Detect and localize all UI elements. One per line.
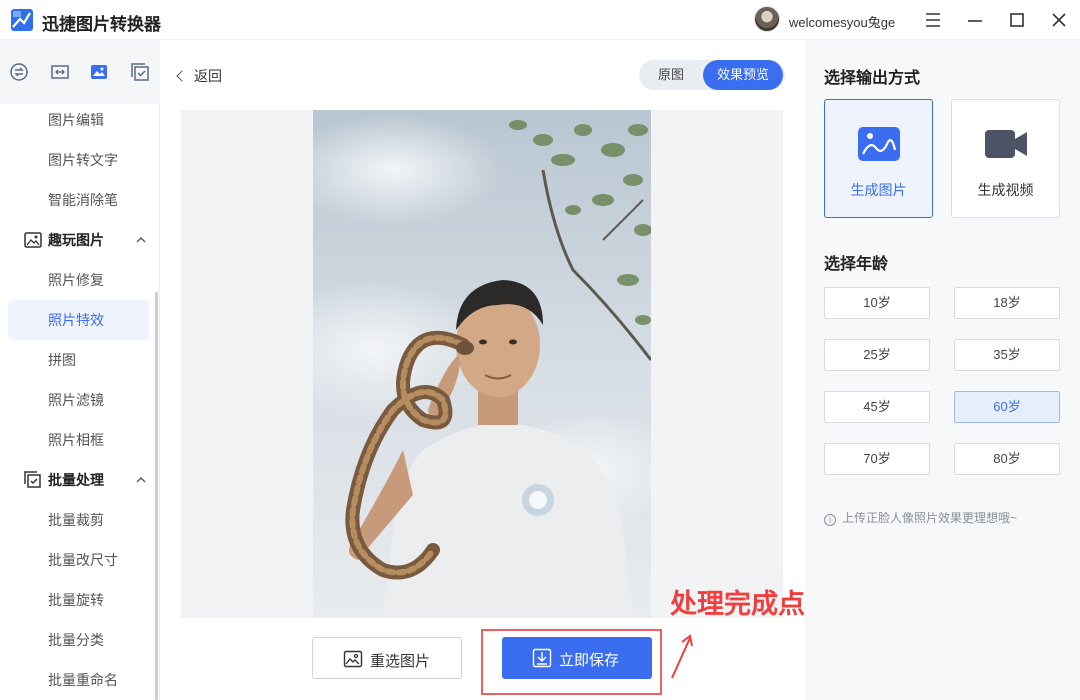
output-video-card[interactable]: 生成视频 [951, 99, 1060, 218]
sidebar-item-photo-repair[interactable]: 照片修复 [0, 260, 150, 300]
main-area: 返回 原图 效果预览 重选图片 立即保存 处理完成点击保存 [160, 40, 886, 700]
chevron-up-icon [136, 477, 146, 483]
output-video-label: 生成视频 [977, 182, 1034, 198]
preview-area [181, 110, 783, 618]
output-mode-title: 选择输出方式 [824, 70, 921, 87]
sidebar-item-image-to-text[interactable]: 图片转文字 [0, 140, 150, 180]
image-icon [858, 127, 900, 161]
output-image-label: 生成图片 [850, 182, 907, 198]
fun-image-icon [24, 232, 42, 248]
save-label: 立即保存 [559, 652, 620, 669]
view-toggle: 原图 效果预览 [639, 60, 785, 90]
age-option-60[interactable]: 60岁 [954, 391, 1060, 423]
sidebar-item-photo-frame[interactable]: 照片相框 [0, 420, 150, 460]
user-avatar[interactable] [754, 6, 780, 32]
age-title: 选择年龄 [824, 256, 889, 273]
age-option-70[interactable]: 70岁 [824, 443, 930, 475]
section-label: 批量处理 [48, 472, 104, 488]
sidebar-item-batch-classify[interactable]: 批量分类 [0, 620, 150, 660]
age-option-10[interactable]: 10岁 [824, 287, 930, 319]
annotation-arrow-icon [671, 634, 693, 679]
back-label: 返回 [194, 68, 222, 84]
batch-tools-icon[interactable] [130, 62, 150, 82]
download-icon [532, 648, 552, 668]
sidebar-item-image-edit[interactable]: 图片编辑 [0, 100, 150, 140]
close-icon[interactable] [1047, 8, 1071, 32]
sidebar-item-batch-rotate[interactable]: 批量旋转 [0, 580, 150, 620]
sidebar-scrollbar[interactable] [155, 292, 158, 700]
chevron-up-icon [136, 237, 146, 243]
sidebar-item-collage[interactable]: 拼图 [0, 340, 150, 380]
hint-text: 上传正脸人像照片效果更理想哦~ [842, 511, 1018, 525]
output-image-card[interactable]: 生成图片 [824, 99, 933, 218]
sidebar-item-photo-effects[interactable]: 照片特效 [8, 300, 149, 340]
reselect-image-button[interactable]: 重选图片 [312, 637, 462, 679]
sidebar-tool-strip [0, 40, 160, 104]
video-camera-icon [985, 130, 1027, 158]
image-tools-icon[interactable] [89, 62, 109, 82]
tab-original[interactable]: 原图 [639, 60, 703, 90]
sidebar: 图片编辑 图片转文字 智能消除笔 趣玩图片 照片修复 照片特效 拼图 照片滤镜 … [0, 40, 160, 700]
app-logo-icon [11, 9, 33, 31]
age-option-25[interactable]: 25岁 [824, 339, 930, 371]
sidebar-item-batch-crop[interactable]: 批量裁剪 [0, 500, 150, 540]
title-bar: 迅捷图片转换器 welcomesyou兔ge [0, 0, 1080, 40]
maximize-icon[interactable] [1005, 8, 1029, 32]
age-option-35[interactable]: 35岁 [954, 339, 1060, 371]
sidebar-item-photo-filter[interactable]: 照片滤镜 [0, 380, 150, 420]
sidebar-section-batch[interactable]: 批量处理 [0, 460, 150, 500]
user-name[interactable]: welcomesyou兔ge [789, 12, 895, 31]
upload-hint: i 上传正脸人像照片效果更理想哦~ [824, 509, 1017, 526]
minimize-icon[interactable] [963, 8, 987, 32]
age-option-45[interactable]: 45岁 [824, 391, 930, 423]
sidebar-item-batch-resize[interactable]: 批量改尺寸 [0, 540, 150, 580]
age-option-18[interactable]: 18岁 [954, 287, 1060, 319]
section-label: 趣玩图片 [48, 232, 104, 248]
reselect-label: 重选图片 [370, 653, 431, 670]
compress-icon[interactable] [50, 62, 70, 82]
convert-icon[interactable] [9, 62, 29, 82]
chevron-left-icon [176, 70, 188, 82]
tab-effect-preview[interactable]: 效果预览 [703, 60, 783, 90]
image-icon [343, 650, 363, 668]
age-option-80[interactable]: 80岁 [954, 443, 1060, 475]
menu-icon[interactable] [921, 8, 945, 32]
sidebar-section-fun-images[interactable]: 趣玩图片 [0, 220, 150, 260]
sidebar-item-smart-eraser[interactable]: 智能消除笔 [0, 180, 150, 220]
preview-photo [313, 110, 651, 618]
app-title: 迅捷图片转换器 [42, 15, 161, 34]
batch-icon [24, 471, 41, 488]
back-button[interactable]: 返回 [176, 66, 222, 86]
settings-panel: 选择输出方式 生成图片 生成视频 选择年龄 10岁 18岁 25岁 35岁 45… [805, 40, 1080, 700]
info-icon: i [824, 514, 836, 526]
sidebar-item-batch-rename[interactable]: 批量重命名 [0, 660, 150, 700]
save-now-button[interactable]: 立即保存 [502, 637, 652, 679]
